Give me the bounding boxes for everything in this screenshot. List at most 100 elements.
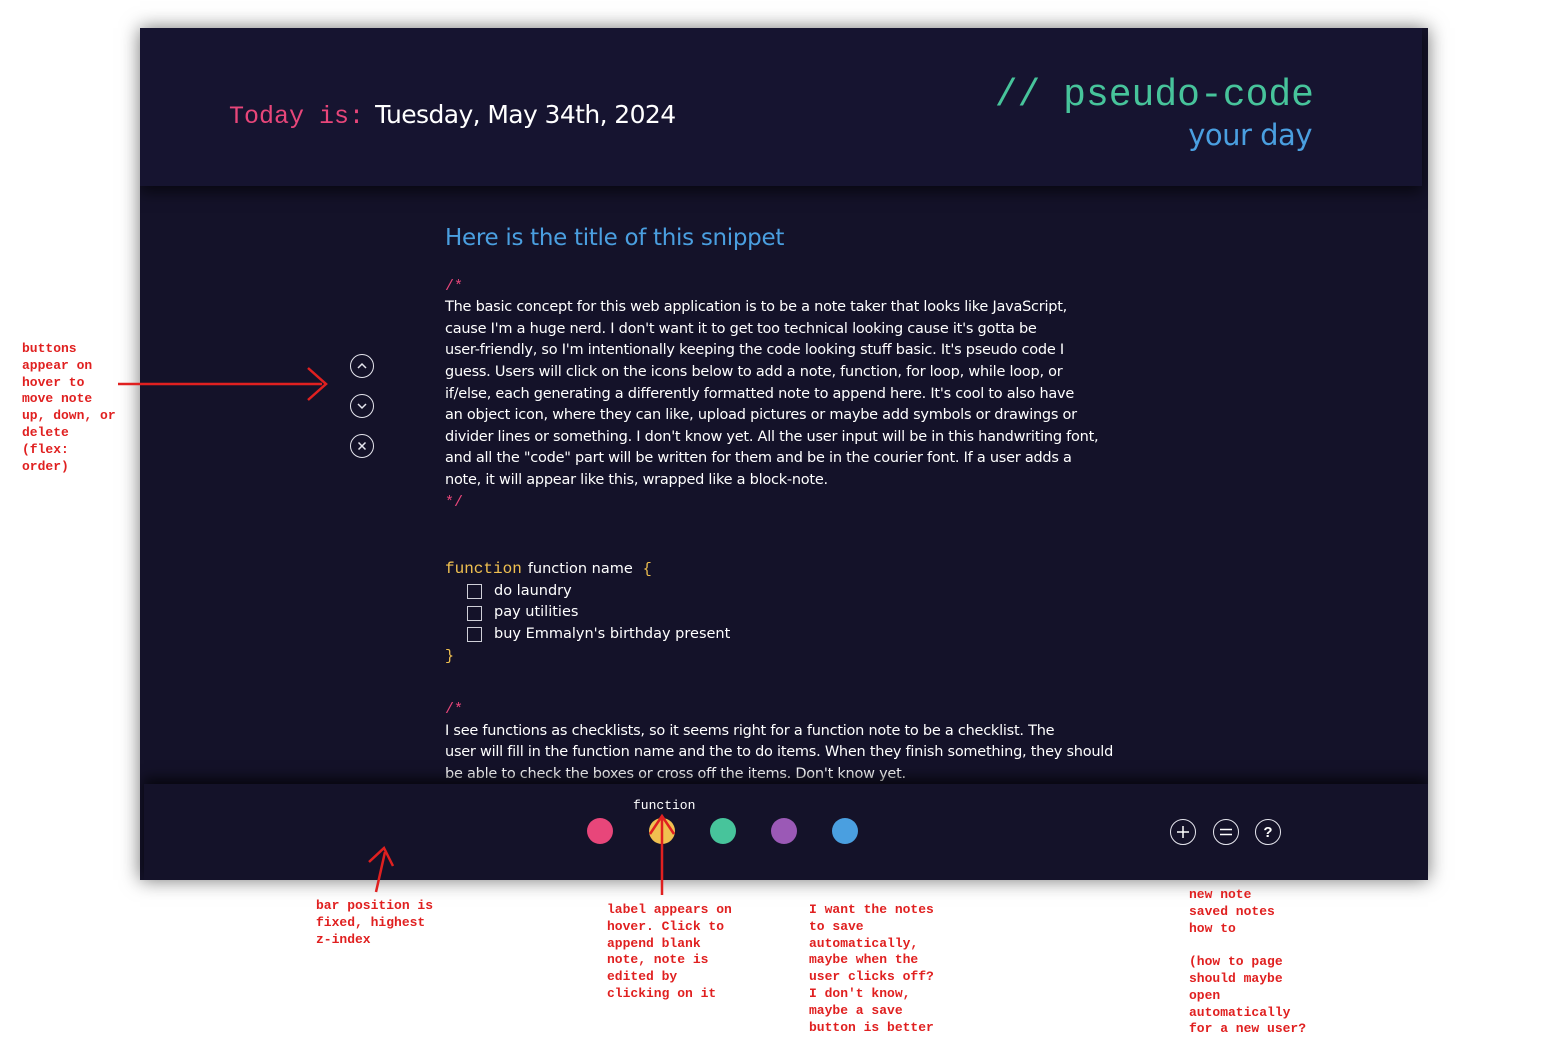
snippet-title[interactable]: Here is the title of this snippet: [445, 227, 1155, 250]
annotation-line: label appears on: [607, 902, 732, 917]
annotation-bar-position: bar position is fixed, highest z-index: [316, 898, 433, 948]
annotation-line: automatically,: [809, 935, 919, 951]
checkbox[interactable]: [467, 584, 482, 600]
comment-open: /*: [445, 701, 464, 719]
note-line: be able to check the boxes or cross off …: [445, 765, 906, 782]
annotation-line: [1189, 937, 1306, 954]
header: Today is: Tuesday, May 34th, 2024 // pse…: [140, 28, 1422, 186]
annotation-label-hover: label appears on hover. Click to append …: [607, 902, 732, 1003]
annotation-line: bar position is: [316, 898, 434, 913]
notes-area: Here is the title of this snippet /* The…: [445, 227, 1155, 785]
note-line: cause I'm a huge nerd. I don't want it t…: [445, 320, 1037, 337]
annotation-line: open: [1189, 987, 1221, 1003]
checkbox[interactable]: [467, 605, 482, 621]
chevron-up-icon: [357, 362, 367, 369]
annotation-line: for a new user?: [1189, 1021, 1307, 1037]
logo-title: // pseudo-code: [994, 74, 1314, 117]
comment-note[interactable]: /* The basic concept for this web applic…: [445, 276, 1155, 514]
delete-note-button[interactable]: [350, 434, 374, 458]
annotation-line: edited by: [607, 969, 678, 985]
note-line: The basic concept for this web applicati…: [445, 299, 1068, 316]
today-line: Today is: Tuesday, May 34th, 2024: [229, 100, 676, 131]
annotation-line: maybe a save: [809, 1002, 903, 1018]
annotation-right-buttons: new note saved notes how to (how to page…: [1189, 887, 1306, 1038]
checklist-item-label[interactable]: buy Emmalyn's birthday present: [494, 624, 730, 646]
move-up-button[interactable]: [350, 354, 374, 378]
annotation-line: button is better: [809, 1019, 934, 1035]
saved-notes-button[interactable]: [1213, 819, 1239, 845]
today-date: Tuesday, May 34th, 2024: [375, 100, 676, 129]
annotation-line: hover. Click to: [607, 918, 725, 934]
note-line: user will fill in the function name and …: [445, 744, 1114, 761]
annotation-line: (how to page: [1189, 954, 1283, 970]
app-window: Today is: Tuesday, May 34th, 2024 // pse…: [140, 28, 1428, 880]
annotation-line: appear on: [22, 357, 93, 373]
comment-close: */: [445, 493, 464, 511]
checklist-item: do laundry: [445, 581, 1155, 603]
move-down-button[interactable]: [350, 394, 374, 418]
note-dot[interactable]: [587, 818, 613, 844]
annotation-line: saved notes: [1189, 903, 1275, 919]
annotation-line: should maybe: [1189, 970, 1283, 986]
annotation-line: buttons: [22, 341, 77, 356]
annotation-line: append blank: [607, 935, 701, 951]
annotation-line: how to: [1189, 920, 1236, 936]
note-controls: [350, 354, 374, 474]
equals-icon: [1220, 828, 1232, 836]
close-icon: [357, 441, 367, 451]
annotation-line: up, down, or: [22, 408, 116, 424]
for-loop-dot[interactable]: [710, 818, 736, 844]
note-line: an object icon, where they can like, upl…: [445, 407, 1077, 424]
function-header: function function name {: [445, 559, 1155, 581]
note-line: and all the "code" part will be written …: [445, 450, 1072, 467]
note-line: I see functions as checklists, so it see…: [445, 722, 1055, 739]
annotation-line: hover to: [22, 374, 85, 390]
logo-subtitle: your day: [1188, 118, 1312, 152]
annotation-line: z-index: [316, 931, 371, 947]
open-brace: {: [642, 561, 652, 579]
bottom-toolbar: function ?: [144, 784, 1428, 880]
annotation-line: new note: [1189, 887, 1252, 902]
function-name[interactable]: function name: [528, 561, 633, 577]
new-note-button[interactable]: [1170, 819, 1196, 845]
comment-note[interactable]: /* I see functions as checklists, so it …: [445, 699, 1155, 785]
function-keyword: function: [445, 560, 522, 579]
annotation-line: (flex:: [22, 441, 69, 457]
today-label: Today is:: [229, 102, 365, 131]
note-line: if/else, each generating a differently f…: [445, 385, 1075, 402]
checklist-item: buy Emmalyn's birthday present: [445, 624, 1155, 646]
while-loop-dot[interactable]: [771, 818, 797, 844]
chevron-down-icon: [357, 403, 367, 410]
annotation-line: fixed, highest: [316, 914, 426, 930]
annotation-buttons-hover: buttons appear on hover to move note up,…: [22, 341, 116, 475]
checklist-item-label[interactable]: pay utilities: [494, 602, 578, 624]
help-button[interactable]: ?: [1255, 819, 1281, 845]
if-else-dot[interactable]: [832, 818, 858, 844]
annotation-line: note, note is: [607, 952, 709, 968]
question-icon: ?: [1263, 823, 1273, 841]
annotation-autosave: I want the notes to save automatically, …: [809, 902, 934, 1036]
note-line: note, it will appear like this, wrapped …: [445, 471, 828, 488]
plus-icon: [1177, 826, 1189, 838]
note-line: guess. Users will click on the icons bel…: [445, 363, 1063, 380]
function-note[interactable]: function function name { do laundry pay ut…: [445, 559, 1155, 667]
annotation-line: maybe when the: [809, 952, 919, 968]
checklist-item-label[interactable]: do laundry: [494, 581, 572, 603]
annotation-line: I don't know,: [809, 985, 911, 1001]
annotation-line: user clicks off?: [809, 969, 934, 985]
function-dot[interactable]: [649, 818, 675, 844]
annotation-line: order): [22, 458, 69, 474]
hover-label: function: [633, 798, 696, 813]
annotation-line: automatically: [1189, 1004, 1291, 1020]
checklist-item: pay utilities: [445, 602, 1155, 624]
annotation-line: I want the notes: [809, 902, 934, 917]
annotation-line: clicking on it: [607, 985, 717, 1001]
note-line: divider lines or something. I don't know…: [445, 428, 1099, 445]
annotation-line: move note: [22, 391, 93, 407]
close-brace: }: [445, 647, 455, 665]
comment-open: /*: [445, 277, 464, 295]
annotation-line: delete: [22, 424, 69, 440]
checkbox[interactable]: [467, 627, 482, 643]
annotation-line: to save: [809, 918, 864, 934]
note-line: user-friendly, so I'm intentionally keep…: [445, 342, 1064, 359]
